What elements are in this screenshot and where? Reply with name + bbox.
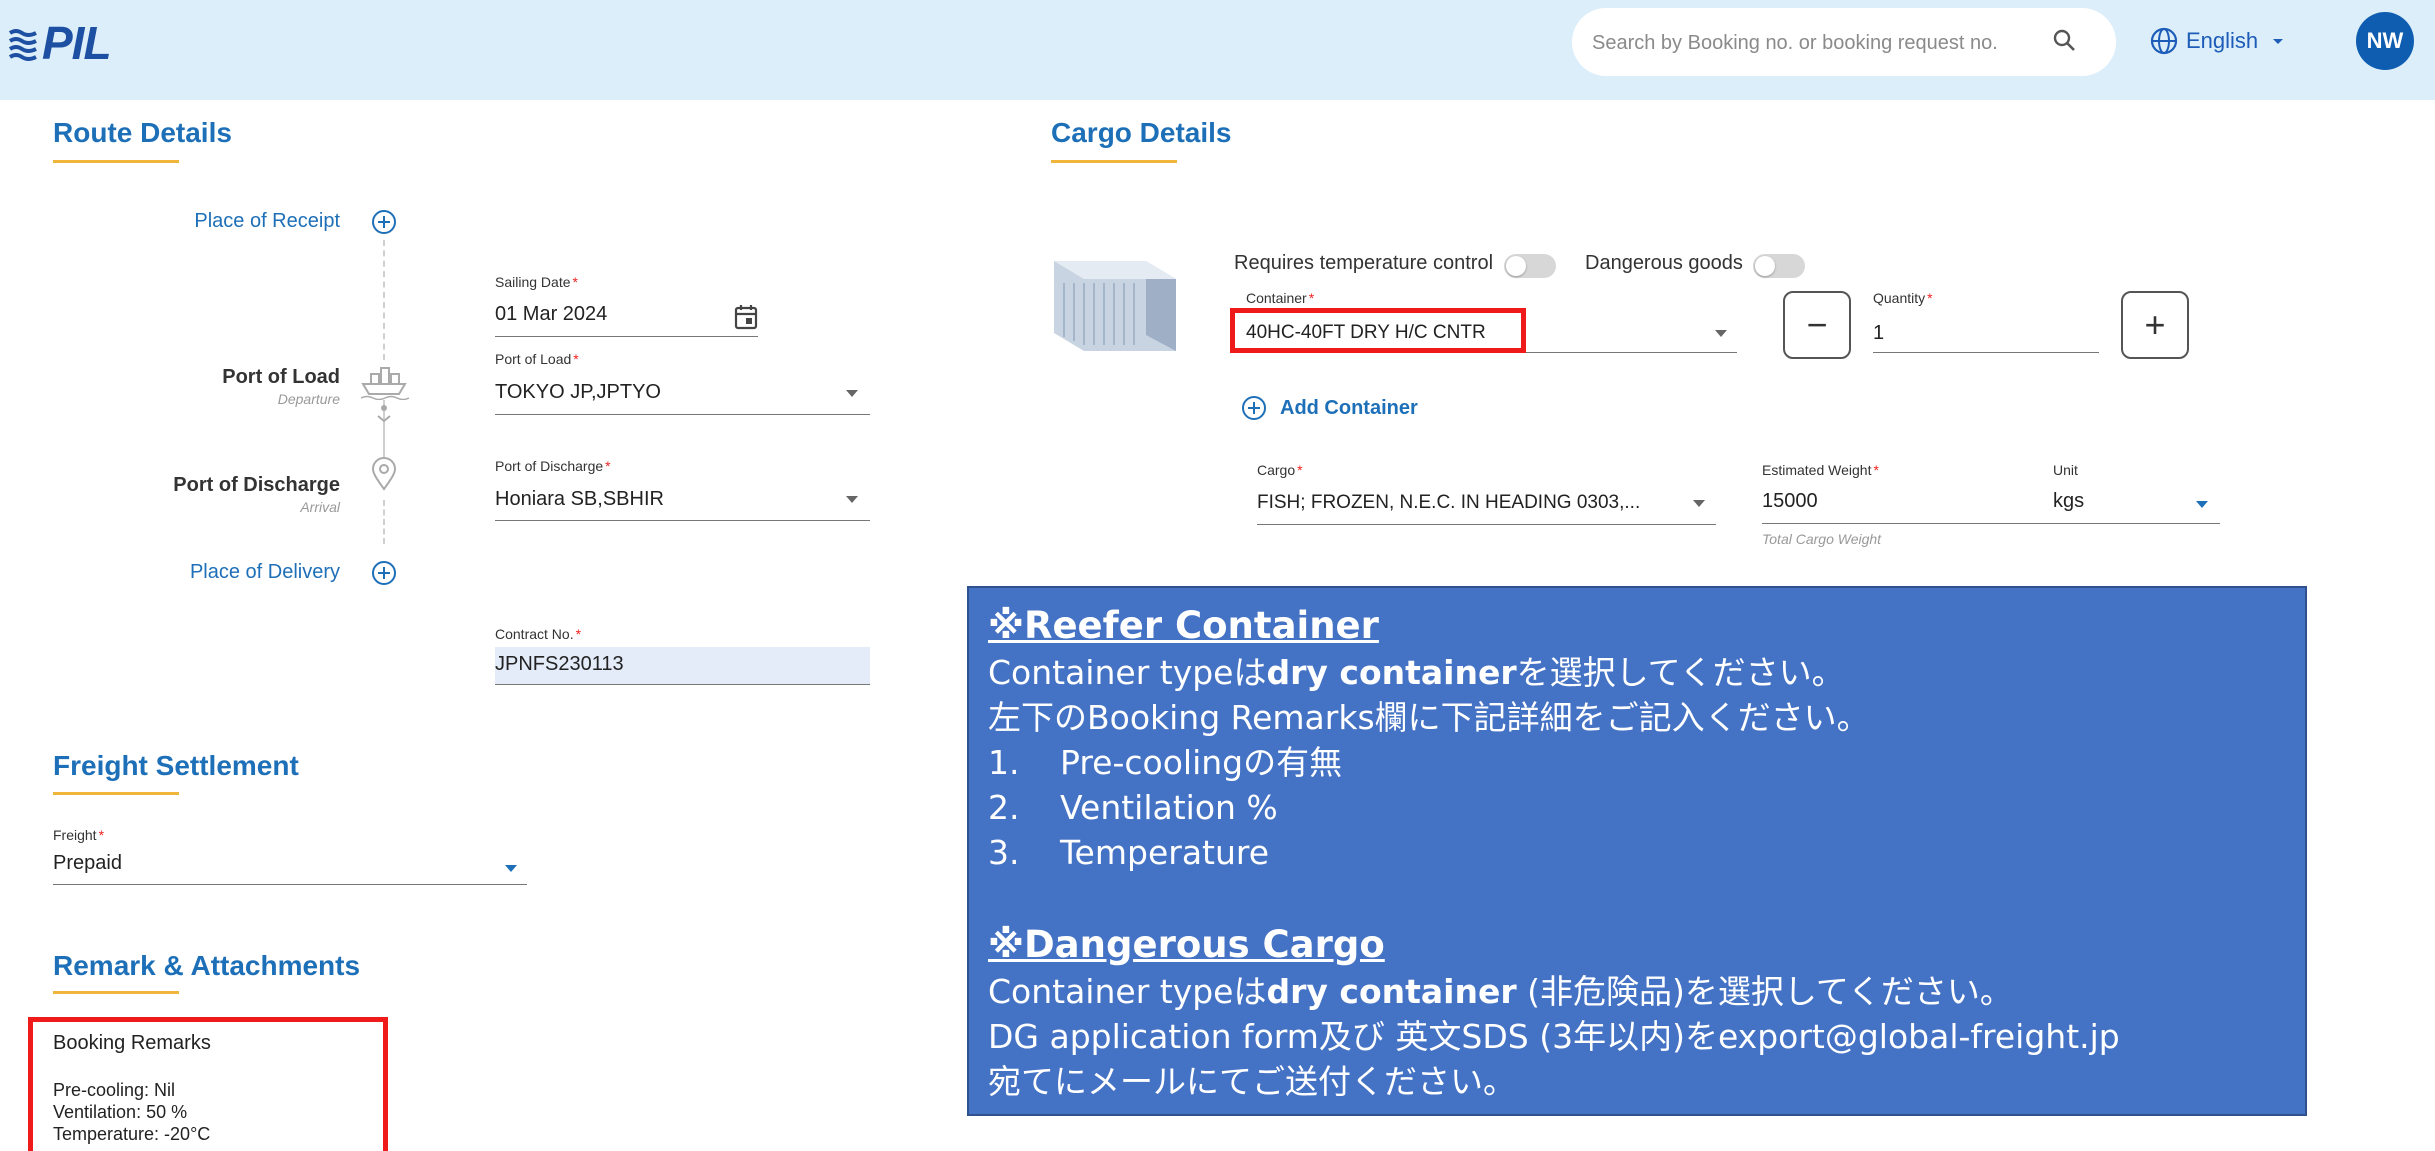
route-connector <box>383 240 385 360</box>
booking-remarks-title: Booking Remarks <box>53 1032 211 1054</box>
note-line: 宛てにメールにてご送付ください。 <box>988 1062 1516 1101</box>
instruction-note-panel: ※Reefer Container Container typeはdry con… <box>967 586 2307 1116</box>
add-container-label: Add Container <box>1280 396 1418 419</box>
freight-underline <box>53 884 527 885</box>
requires-temperature-toggle[interactable] <box>1504 254 1556 278</box>
place-of-delivery-label[interactable]: Place of Delivery <box>140 561 340 584</box>
remark-line: Ventilation: 50 % <box>53 1102 188 1122</box>
pil-logo[interactable]: PIL <box>8 17 112 69</box>
port-of-load-label: Port of Load <box>222 366 340 388</box>
freight-value[interactable]: Prepaid <box>53 852 122 875</box>
note-list-item: 2. Ventilation % <box>988 788 1278 827</box>
add-circle-icon[interactable] <box>370 208 398 236</box>
port-of-discharge-label: Port of Discharge <box>173 474 340 496</box>
port-of-discharge-value[interactable]: Honiara SB,SBHIR <box>495 488 664 511</box>
title-underline <box>1051 160 1177 163</box>
port-of-load-underline <box>495 414 870 415</box>
note-line: Container typeはdry containerを選択してください。 <box>988 653 1845 692</box>
globe-icon <box>2150 27 2178 55</box>
note-list-item: 1. Pre-coolingの有無 <box>988 743 1343 782</box>
chevron-down-icon[interactable] <box>2196 501 2208 508</box>
sailing-date-value[interactable]: 01 Mar 2024 <box>495 303 607 326</box>
user-avatar[interactable]: NW <box>2356 12 2414 70</box>
route-connector <box>383 500 385 544</box>
logo-text: PIL <box>42 17 112 69</box>
quantity-underline <box>1873 352 2099 353</box>
place-of-receipt-label[interactable]: Place of Receipt <box>140 210 340 233</box>
route-details-title: Route Details <box>53 117 232 148</box>
requires-temperature-label: Requires temperature control <box>1234 252 1494 274</box>
chevron-down-icon[interactable] <box>846 390 858 397</box>
reefer-heading: ※Reefer Container <box>988 604 1379 647</box>
container-image-icon <box>1054 261 1176 351</box>
container-highlight-box <box>1230 308 1526 353</box>
language-selector[interactable]: English <box>2150 24 2288 58</box>
cargo-label: Cargo * <box>1257 462 1303 478</box>
calendar-icon[interactable] <box>733 303 759 331</box>
location-pin-icon <box>371 457 397 491</box>
remark-line: Pre-cooling: Nil <box>53 1080 176 1100</box>
departure-label: Departure <box>277 391 340 407</box>
weight-hint: Total Cargo Weight <box>1762 531 1882 547</box>
increase-quantity-button[interactable]: + <box>2121 291 2189 359</box>
unit-label: Unit <box>2053 462 2078 478</box>
port-of-discharge-underline <box>495 520 870 521</box>
freight-settlement-title: Freight Settlement <box>53 750 299 781</box>
dangerous-cargo-heading: ※Dangerous Cargo <box>988 923 1385 966</box>
route-anchor-icon <box>377 405 391 422</box>
port-of-load-field-label: Port of Load * <box>495 351 579 367</box>
booking-remarks-box[interactable]: Booking Remarks Pre-cooling: Nil Ventila… <box>28 1017 388 1151</box>
estimated-weight-value[interactable]: 15000 <box>1762 490 1818 513</box>
remark-line: Temperature: -20°C <box>53 1124 211 1144</box>
cargo-details-title: Cargo Details <box>1051 117 1232 148</box>
chevron-down-icon <box>2273 39 2284 44</box>
title-underline <box>53 792 179 795</box>
weight-underline <box>1762 523 2220 524</box>
language-label: English <box>2186 28 2259 53</box>
note-line: 左下のBooking Remarks欄に下記詳細をご記入ください。 <box>988 698 1870 737</box>
cargo-value[interactable]: FISH; FROZEN, N.E.C. IN HEADING 0303,... <box>1257 492 1640 514</box>
freight-label: Freight * <box>53 827 105 843</box>
sailing-date-label: Sailing Date * <box>495 274 578 290</box>
contract-no-value[interactable]: JPNFS230113 <box>495 653 624 676</box>
title-underline <box>53 160 179 163</box>
note-line: DG application form及び 英文SDS (3年以内)をexpor… <box>988 1017 2120 1056</box>
title-underline <box>53 991 179 994</box>
estimated-weight-label: Estimated Weight * <box>1762 462 1879 478</box>
contract-no-label: Contract No. * <box>495 626 582 642</box>
note-list-item: 3. Temperature <box>988 833 1270 872</box>
chevron-down-icon[interactable] <box>505 865 517 872</box>
booking-page: PIL English NW Route Details Place of Re… <box>0 0 2435 1151</box>
unit-value[interactable]: kgs <box>2053 490 2084 513</box>
arrival-label: Arrival <box>300 499 340 515</box>
top-bar: PIL English NW <box>0 0 2435 100</box>
add-circle-icon[interactable] <box>370 559 398 587</box>
sailing-date-underline <box>495 336 758 337</box>
chevron-down-icon[interactable] <box>846 496 858 503</box>
decrease-quantity-button[interactable]: − <box>1783 291 1851 359</box>
chevron-down-icon[interactable] <box>1693 500 1705 507</box>
wave-logo-icon <box>8 29 37 61</box>
quantity-value[interactable]: 1 <box>1873 322 1884 345</box>
search-input[interactable] <box>1592 26 2032 60</box>
port-of-discharge-field-label: Port of Discharge * <box>495 458 611 474</box>
search-icon[interactable] <box>2052 28 2076 52</box>
note-line: Container typeはdry container (非危険品)を選択して… <box>988 972 2013 1011</box>
port-of-load-value[interactable]: TOKYO JP,JPTYO <box>495 381 661 404</box>
dangerous-goods-label: Dangerous goods <box>1585 252 1743 274</box>
cargo-underline <box>1257 524 1716 525</box>
add-container-button[interactable]: Add Container <box>1240 394 1418 422</box>
container-label: Container * <box>1246 290 1315 306</box>
ship-icon <box>360 367 410 400</box>
dangerous-goods-toggle[interactable] <box>1753 254 1805 278</box>
search-bar[interactable] <box>1572 8 2116 76</box>
add-circle-icon <box>1242 396 1266 420</box>
quantity-label: Quantity * <box>1873 290 1933 306</box>
chevron-down-icon[interactable] <box>1715 330 1727 337</box>
remark-attachments-title: Remark & Attachments <box>53 950 361 981</box>
